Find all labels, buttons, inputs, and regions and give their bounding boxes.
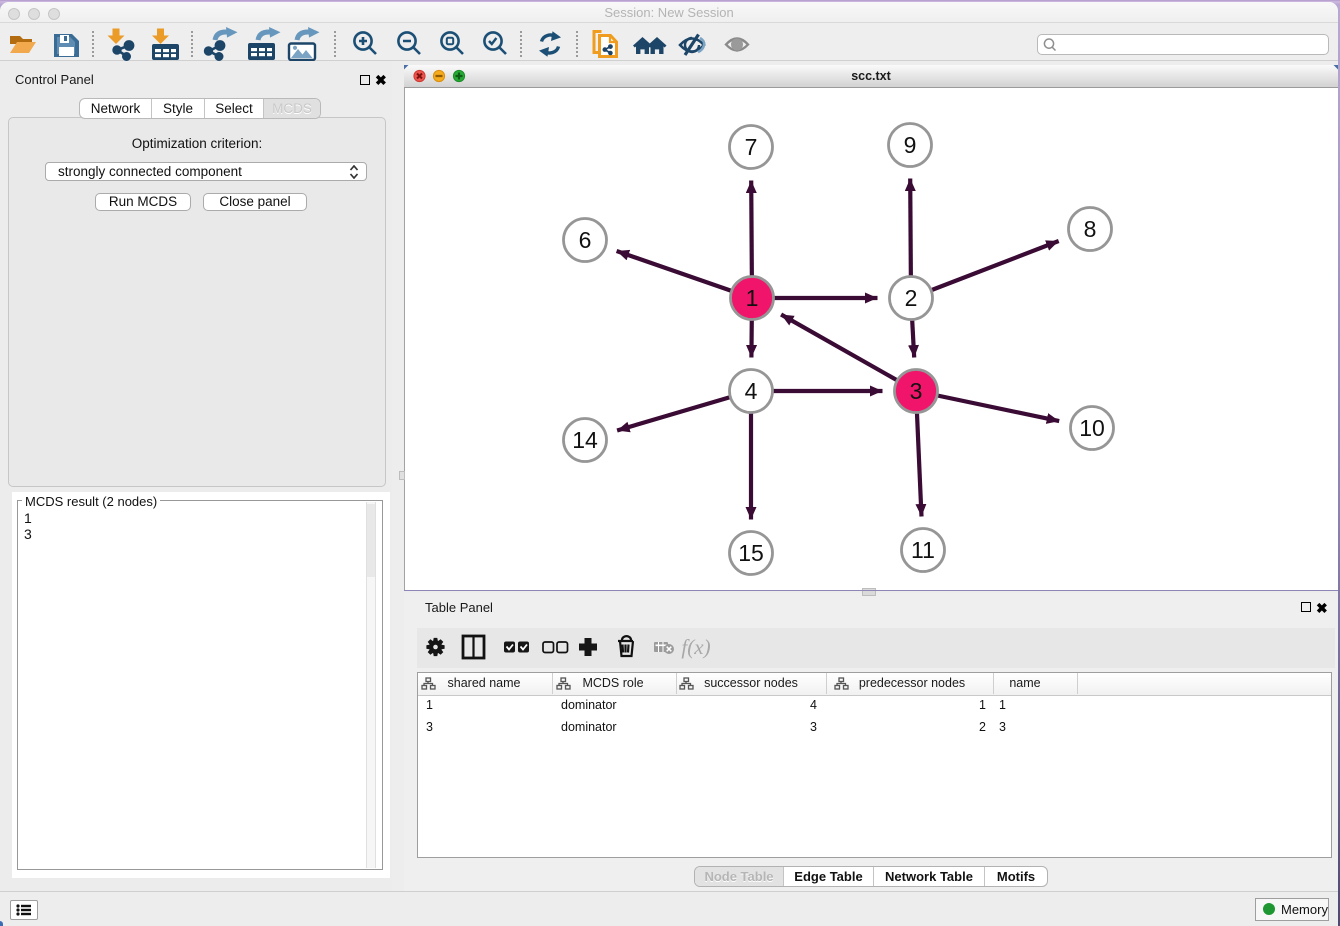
svg-text:2: 2 <box>905 285 918 311</box>
svg-text:7: 7 <box>745 134 758 160</box>
svg-text:3: 3 <box>910 378 923 404</box>
svg-text:8: 8 <box>1084 216 1097 242</box>
svg-text:15: 15 <box>738 540 764 566</box>
svg-text:1: 1 <box>746 285 759 311</box>
svg-text:10: 10 <box>1079 415 1105 441</box>
svg-text:6: 6 <box>579 227 592 253</box>
svg-text:9: 9 <box>904 132 917 158</box>
svg-text:14: 14 <box>572 427 598 453</box>
svg-text:4: 4 <box>745 378 758 404</box>
svg-text:11: 11 <box>911 537 935 563</box>
svg-text:f(x): f(x) <box>681 635 710 659</box>
